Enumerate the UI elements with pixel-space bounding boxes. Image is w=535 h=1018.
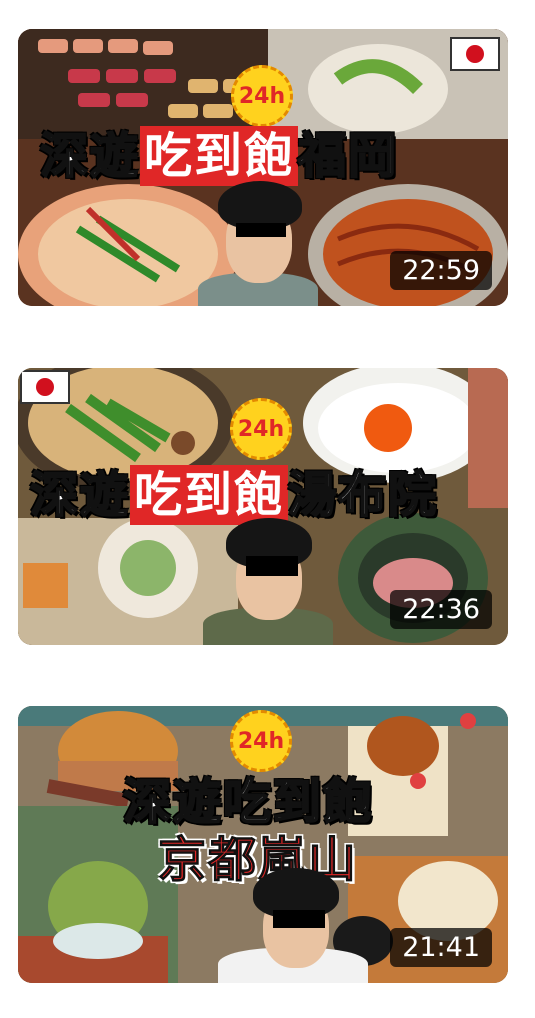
video-duration: 22:59	[390, 251, 492, 290]
face-censor-bar	[236, 223, 286, 237]
thumbnail-title: 深遊吃到飽湯布院	[29, 465, 439, 525]
face-censor-bar	[273, 910, 325, 928]
video-duration: 22:36	[390, 590, 492, 629]
video-thumbnail-1[interactable]: 24h 深遊吃到飽福岡 22:59	[18, 29, 508, 306]
thumbnail-title: 深遊吃到飽福岡	[39, 126, 399, 186]
video-thumbnail-3[interactable]: 24h 深遊吃到飽 京都嵐山 21:41	[18, 706, 508, 983]
video-thumbnail-2[interactable]: 24h 深遊吃到飽湯布院 22:36	[18, 368, 508, 645]
video-duration: 21:41	[390, 928, 492, 967]
japan-flag-icon	[450, 37, 500, 71]
japan-flag-icon	[20, 370, 70, 404]
thumbnail-title-line-1: 深遊吃到飽	[122, 774, 374, 830]
face-censor-bar	[246, 556, 298, 576]
24h-badge: 24h	[230, 398, 292, 460]
24h-badge: 24h	[230, 710, 292, 772]
24h-badge: 24h	[231, 65, 293, 127]
